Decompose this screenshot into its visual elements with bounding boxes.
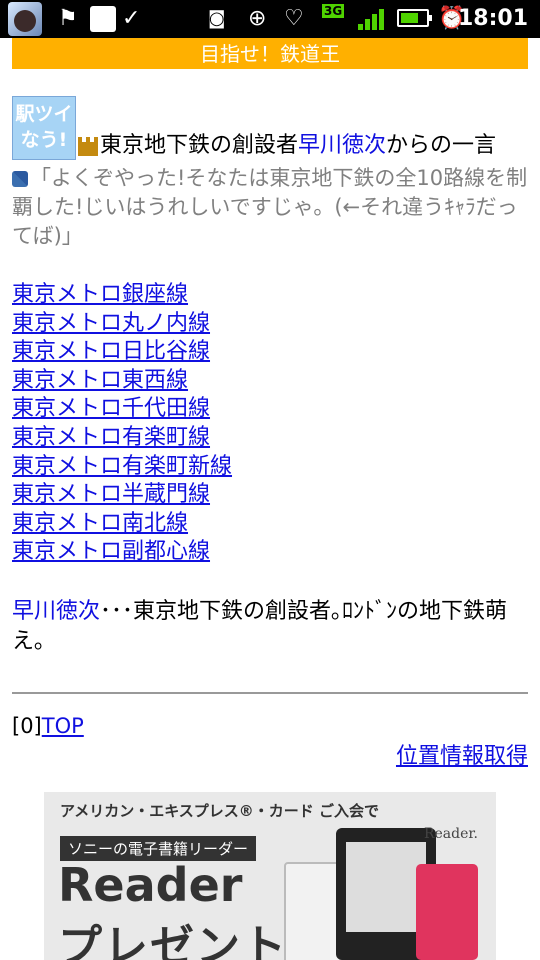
- page: 目指せ！鉄道王 駅ツイ なう! 東京地下鉄の創設者早川徳次からの一言 「よくぞやった…: [0, 38, 540, 960]
- badge-line2: なう!: [20, 129, 68, 151]
- network-badge: 3G: [322, 4, 345, 18]
- badge-line1: 駅ツイ: [15, 103, 73, 125]
- ekitwi-badge: 駅ツイなう!: [12, 96, 76, 160]
- line-list: 東京メトロ銀座線 東京メトロ丸ノ内線 東京メトロ日比谷線 東京メトロ東西線 東京…: [12, 281, 528, 567]
- line-link-marunouchi[interactable]: 東京メトロ丸ノ内線: [12, 310, 528, 339]
- founder-description: 早川徳次･･･東京地下鉄の創設者｡ﾛﾝﾄﾞﾝの地下鉄萌え｡: [12, 597, 528, 657]
- crown-icon: [78, 137, 98, 156]
- cat-icon: [90, 6, 116, 32]
- main-content: 駅ツイ なう! 東京地下鉄の創設者早川徳次からの一言 「よくぞやった!そなたは東京地…: [12, 96, 528, 657]
- founder-name[interactable]: 早川徳次: [12, 599, 100, 624]
- status-bar: ⚑ ✓ ◙ ⊕ ♡ 3G ⏰ 18:01: [0, 0, 540, 38]
- heading-suffix: からの一言: [386, 133, 497, 158]
- line-link-tozai[interactable]: 東京メトロ東西線: [12, 367, 528, 396]
- flag-icon: ⚑: [58, 6, 78, 31]
- pen-icon: [12, 171, 28, 187]
- line-link-namboku[interactable]: 東京メトロ南北線: [12, 510, 528, 539]
- top-link[interactable]: TOP: [42, 714, 84, 738]
- check-icon: ✓: [122, 6, 141, 31]
- line-link-hanzomon[interactable]: 東京メトロ半蔵門線: [12, 481, 528, 510]
- quote: 「よくぞやった!そなたは東京地下鉄の全10路線を制覇した!じいはうれしいですじゃ…: [12, 164, 528, 251]
- line-link-ginza[interactable]: 東京メトロ銀座線: [12, 281, 528, 310]
- line-link-fukutoshin[interactable]: 東京メトロ副都心線: [12, 538, 528, 567]
- divider: [12, 692, 528, 694]
- gps-icon: ⊕: [248, 6, 267, 31]
- ad-banner[interactable]: アメリカン・エキスプレス®・カード ご入会で ソニーの電子書籍リーダー Read…: [44, 792, 496, 960]
- signal-icon: [358, 8, 386, 30]
- ad-brand: Reader.: [423, 826, 478, 842]
- voicemail-icon: ◙: [208, 8, 226, 29]
- heart-icon: ♡: [284, 6, 304, 31]
- line-link-yurakucho[interactable]: 東京メトロ有楽町線: [12, 424, 528, 453]
- top-row: [0]TOP: [12, 714, 84, 738]
- ereader-red-image: [416, 864, 478, 960]
- avatar: [8, 2, 42, 36]
- clock: 18:01: [457, 6, 528, 31]
- heading: 駅ツイなう! 東京地下鉄の創設者早川徳次からの一言: [12, 96, 528, 160]
- heading-prefix: 東京地下鉄の創設者: [100, 133, 299, 158]
- founder-name-link[interactable]: 早川徳次: [298, 133, 386, 158]
- location-link[interactable]: 位置情報取得: [396, 738, 528, 770]
- line-link-chiyoda[interactable]: 東京メトロ千代田線: [12, 395, 528, 424]
- ad-present-title: プレゼント: [58, 921, 288, 960]
- line-link-hibiya[interactable]: 東京メトロ日比谷線: [12, 338, 528, 367]
- battery-icon: [397, 9, 432, 27]
- line-link-yurakucho-new[interactable]: 東京メトロ有楽町新線: [12, 453, 528, 482]
- quote-text: 「よくぞやった!そなたは東京地下鉄の全10路線を制覇した!じいはうれしいですじゃ…: [12, 166, 528, 248]
- page-banner: 目指せ！鉄道王: [12, 40, 528, 69]
- top-prefix: [0]: [12, 714, 42, 738]
- ad-reader-title: Reader: [58, 858, 243, 912]
- ad-line1: アメリカン・エキスプレス®・カード ご入会で: [60, 802, 380, 820]
